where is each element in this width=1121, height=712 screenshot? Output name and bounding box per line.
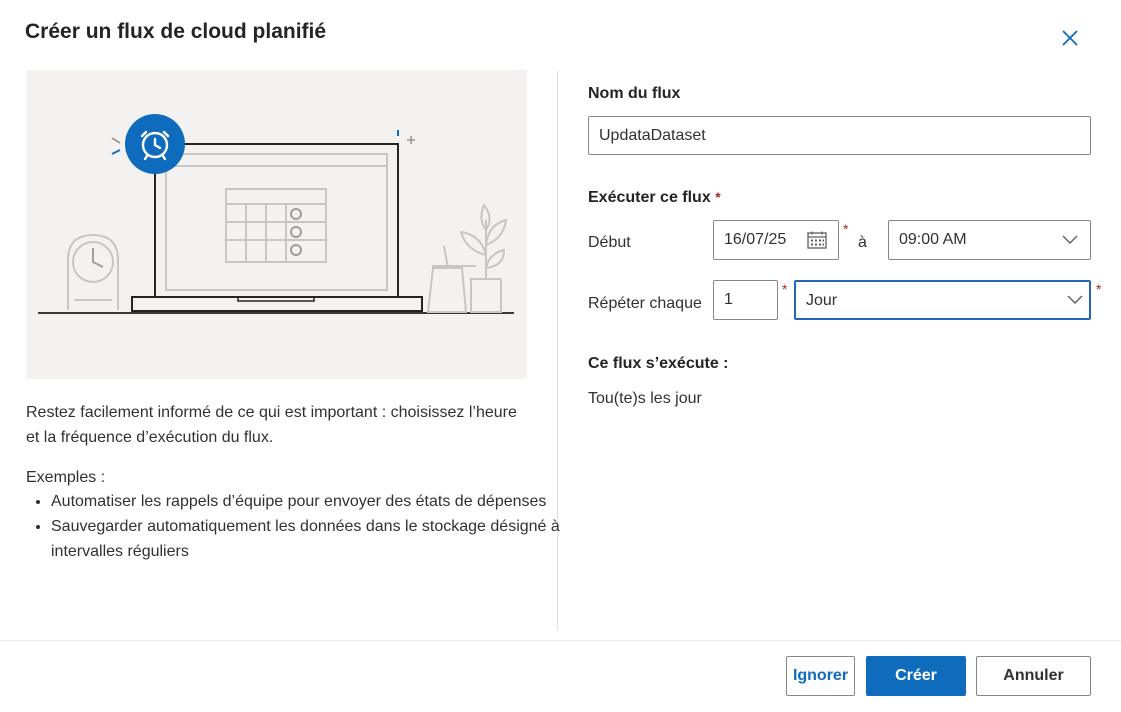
examples-list: Automatiser les rappels d’équipe pour en… xyxy=(26,489,561,564)
chevron-down-icon xyxy=(1067,295,1083,304)
summary-value: Tou(te)s les jour xyxy=(588,390,702,407)
required-indicator: * xyxy=(1096,281,1102,297)
description-text: Restez facilement informé de ce qui est … xyxy=(26,404,517,446)
repeat-label: Répéter chaque xyxy=(588,295,702,312)
repeat-unit-value: Jour xyxy=(806,292,838,309)
chevron-down-icon xyxy=(1062,235,1078,244)
required-indicator: * xyxy=(843,221,849,237)
dialog-title: Créer un flux de cloud planifié xyxy=(25,20,327,43)
ignore-button[interactable]: Ignorer xyxy=(786,656,855,696)
flow-name-label: Nom du flux xyxy=(588,85,681,102)
repeat-count-input[interactable] xyxy=(713,280,778,320)
flow-name-input[interactable] xyxy=(588,116,1091,155)
list-item: Sauvegarder automatiquement les données … xyxy=(51,514,561,564)
at-label: à xyxy=(858,234,867,251)
close-icon xyxy=(1062,30,1078,46)
scheduled-flow-illustration xyxy=(26,70,527,379)
calendar-icon xyxy=(807,231,827,249)
start-label: Début xyxy=(588,234,631,251)
footer-divider xyxy=(0,640,1121,641)
cancel-button[interactable]: Annuler xyxy=(976,656,1091,696)
start-time-select[interactable]: 09:00 AM xyxy=(888,220,1091,260)
close-button[interactable] xyxy=(1058,26,1082,50)
run-flow-label: Exécuter ce flux * xyxy=(588,189,721,207)
start-date-picker[interactable]: 16/07/25 xyxy=(713,220,839,260)
summary-label: Ce flux s’exécute : xyxy=(588,355,729,372)
examples-heading: Exemples : xyxy=(26,469,106,486)
create-button[interactable]: Créer xyxy=(866,656,966,696)
required-indicator: * xyxy=(715,189,721,205)
list-item: Automatiser les rappels d’équipe pour en… xyxy=(51,489,561,514)
required-indicator: * xyxy=(782,281,788,297)
alarm-clock-icon xyxy=(125,114,185,174)
repeat-unit-select[interactable]: Jour xyxy=(794,280,1091,320)
start-time-value: 09:00 AM xyxy=(899,231,967,248)
run-flow-label-text: Exécuter ce flux xyxy=(588,189,711,206)
start-date-value: 16/07/25 xyxy=(724,231,787,248)
